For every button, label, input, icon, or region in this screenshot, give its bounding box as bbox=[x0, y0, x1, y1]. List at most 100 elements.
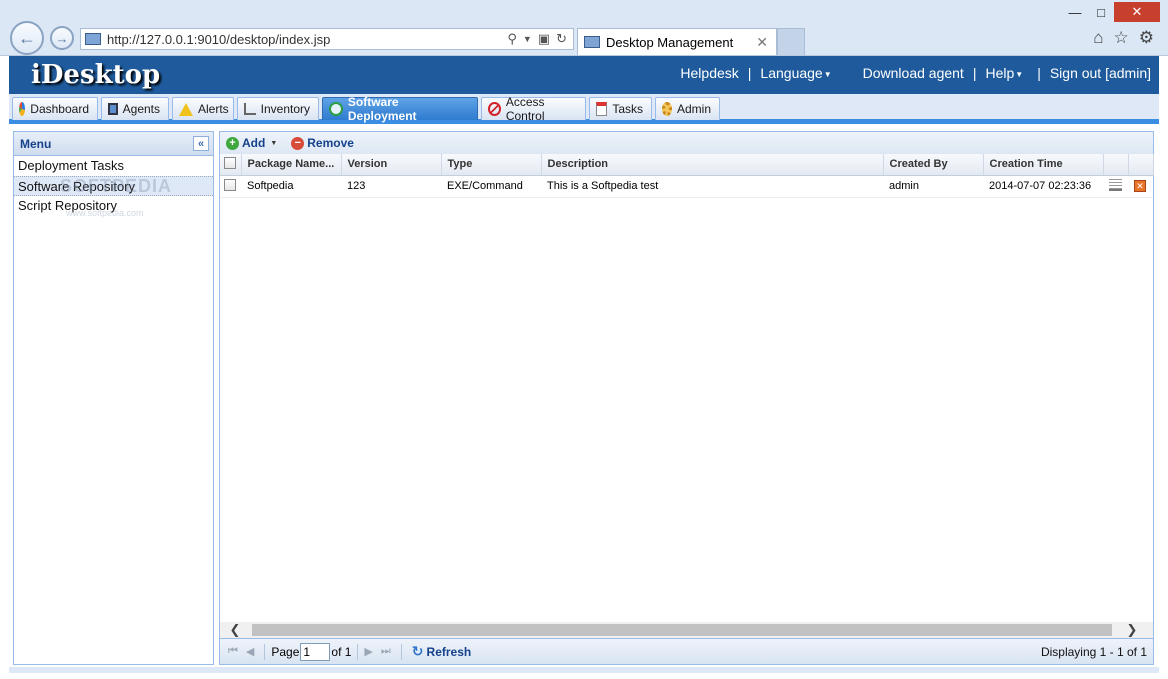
tab-label: Admin bbox=[676, 102, 711, 116]
dropdown-icon[interactable]: ▼ bbox=[523, 31, 532, 48]
download-agent-link[interactable]: Download agent bbox=[863, 65, 964, 81]
scrollbar-thumb[interactable] bbox=[252, 624, 1112, 636]
sign-out-link[interactable]: Sign out [admin] bbox=[1050, 65, 1151, 81]
sidebar-item-deployment-tasks[interactable]: Deployment Tasks bbox=[14, 156, 213, 176]
table-row[interactable]: Softpedia 123 EXE/Command This is a Soft… bbox=[220, 175, 1153, 198]
tree-icon bbox=[244, 103, 256, 115]
cell-description: This is a Softpedia test bbox=[541, 175, 883, 198]
collapse-icon[interactable]: « bbox=[193, 136, 209, 151]
package-grid: Package Name... Version Type Description… bbox=[220, 154, 1154, 198]
pager-separator bbox=[264, 643, 266, 660]
help-label: Help bbox=[985, 65, 1015, 81]
column-header-created-by[interactable]: Created By bbox=[883, 154, 984, 176]
cell-type: EXE/Command bbox=[441, 175, 541, 198]
last-page-icon[interactable]: ⏭ bbox=[381, 645, 391, 658]
row-checkbox[interactable] bbox=[224, 178, 236, 191]
select-all-checkbox[interactable] bbox=[224, 156, 236, 169]
watermark-url: www.softpedia.com bbox=[66, 208, 144, 218]
of-pages-label: of 1 bbox=[331, 644, 352, 659]
column-header-description[interactable]: Description bbox=[541, 154, 884, 176]
no-entry-icon bbox=[488, 102, 501, 116]
pie-chart-icon bbox=[19, 102, 26, 116]
language-label: Language bbox=[760, 65, 823, 81]
column-header-creation-time[interactable]: Creation Time bbox=[983, 154, 1104, 176]
tab-tasks[interactable]: Tasks bbox=[589, 97, 652, 120]
prev-page-icon[interactable]: ◀ bbox=[246, 645, 254, 658]
tab-software-deployment[interactable]: Software Deployment bbox=[322, 95, 478, 123]
compat-view-icon[interactable]: ▣ bbox=[538, 31, 550, 48]
caret-down-icon: ▼ bbox=[1015, 69, 1024, 79]
tab-inventory[interactable]: Inventory bbox=[237, 97, 319, 120]
minus-icon: − bbox=[291, 136, 305, 150]
top-links: Helpdesk | Language▼ Download agent | He… bbox=[680, 65, 1151, 81]
tab-label: Alerts bbox=[198, 102, 229, 116]
browser-icons: ⌂ ☆ ⚙ bbox=[1093, 28, 1154, 48]
tab-label: Software Deployment bbox=[347, 95, 417, 123]
tab-alerts[interactable]: Alerts bbox=[172, 97, 234, 120]
column-header-edit bbox=[1103, 154, 1129, 176]
refresh-button[interactable]: ↻ Refresh bbox=[412, 643, 471, 660]
add-label: Add bbox=[242, 136, 266, 150]
page-icon bbox=[584, 36, 600, 48]
home-icon[interactable]: ⌂ bbox=[1093, 28, 1103, 48]
tab-admin[interactable]: Admin bbox=[655, 97, 720, 120]
monitor-icon bbox=[108, 103, 118, 115]
edit-icon[interactable] bbox=[1109, 178, 1122, 191]
paging-status: Displaying 1 - 1 of 1 bbox=[1040, 645, 1147, 659]
scroll-right-icon[interactable]: ❯ bbox=[1123, 622, 1141, 638]
first-page-icon[interactable]: ⏮ bbox=[228, 645, 238, 658]
link-separator: | bbox=[747, 65, 752, 81]
app-header: iDesktop Helpdesk | Language▼ Download a… bbox=[9, 56, 1159, 94]
column-header-version[interactable]: Version bbox=[341, 154, 442, 176]
scroll-left-icon[interactable]: ❮ bbox=[226, 622, 244, 638]
cell-created-by: admin bbox=[883, 175, 983, 198]
row-checkbox-cell[interactable] bbox=[220, 175, 241, 198]
remove-label: Remove bbox=[307, 136, 354, 150]
watermark-text: SOFTPEDIA bbox=[60, 176, 173, 196]
cell-package-name: Softpedia bbox=[241, 175, 341, 198]
back-button[interactable]: ← bbox=[10, 21, 44, 55]
next-page-icon[interactable]: ▶ bbox=[364, 645, 372, 658]
remove-button[interactable]: − Remove bbox=[291, 136, 354, 150]
forward-button[interactable]: → bbox=[50, 26, 74, 50]
warning-icon bbox=[179, 102, 193, 116]
page-number-input[interactable]: 1 bbox=[300, 642, 331, 661]
column-header-type[interactable]: Type bbox=[441, 154, 542, 176]
maximize-icon[interactable]: □ bbox=[1088, 2, 1114, 22]
arrow-right-icon: → bbox=[55, 30, 69, 46]
column-header-delete bbox=[1128, 154, 1154, 176]
tab-dashboard[interactable]: Dashboard bbox=[12, 97, 98, 120]
cell-version: 123 bbox=[341, 175, 441, 198]
close-window-icon[interactable]: ✕ bbox=[1114, 2, 1160, 22]
grid-toolbar: + Add ▼ − Remove bbox=[220, 132, 1153, 154]
new-tab-button[interactable] bbox=[777, 28, 805, 55]
delete-icon[interactable]: ✕ bbox=[1134, 180, 1146, 192]
language-menu[interactable]: Language▼ bbox=[760, 65, 831, 81]
tab-agents[interactable]: Agents bbox=[101, 97, 169, 120]
minimize-icon[interactable]: — bbox=[1062, 2, 1088, 22]
edit-cell[interactable] bbox=[1103, 175, 1128, 198]
browser-tab[interactable]: Desktop Management ✕ bbox=[577, 28, 777, 55]
url-text[interactable]: http://127.0.0.1:9010/desktop/index.jsp bbox=[107, 32, 507, 47]
delete-cell[interactable]: ✕ bbox=[1128, 175, 1153, 198]
helpdesk-link[interactable]: Helpdesk bbox=[680, 65, 738, 81]
star-icon[interactable]: ☆ bbox=[1114, 28, 1129, 48]
tab-label: Access Control bbox=[505, 95, 545, 123]
reload-icon[interactable]: ↻ bbox=[556, 31, 567, 48]
search-icon[interactable]: ⚲ bbox=[507, 31, 517, 48]
tab-close-icon[interactable]: ✕ bbox=[756, 34, 776, 51]
select-all-checkbox-cell[interactable] bbox=[220, 154, 242, 176]
address-bar[interactable]: http://127.0.0.1:9010/desktop/index.jsp … bbox=[80, 28, 574, 50]
plus-icon: + bbox=[226, 136, 239, 150]
address-tools: ⚲ ▼ ▣ ↻ bbox=[507, 31, 573, 48]
gear-icon[interactable]: ⚙ bbox=[1139, 28, 1154, 48]
column-header-package-name[interactable]: Package Name... bbox=[241, 154, 342, 176]
tab-label: Inventory bbox=[260, 102, 310, 116]
paging-toolbar: ⏮ ◀ Page 1 of 1 ▶ ⏭ ↻ Refresh Displaying… bbox=[220, 638, 1153, 664]
tab-access-control[interactable]: Access Control bbox=[481, 95, 586, 123]
refresh-label: Refresh bbox=[426, 644, 472, 659]
help-menu[interactable]: Help▼ bbox=[985, 65, 1023, 81]
add-button[interactable]: + Add ▼ bbox=[226, 136, 277, 150]
horizontal-scrollbar[interactable]: ❮ ❯ bbox=[220, 622, 1153, 638]
deploy-icon bbox=[329, 102, 343, 116]
